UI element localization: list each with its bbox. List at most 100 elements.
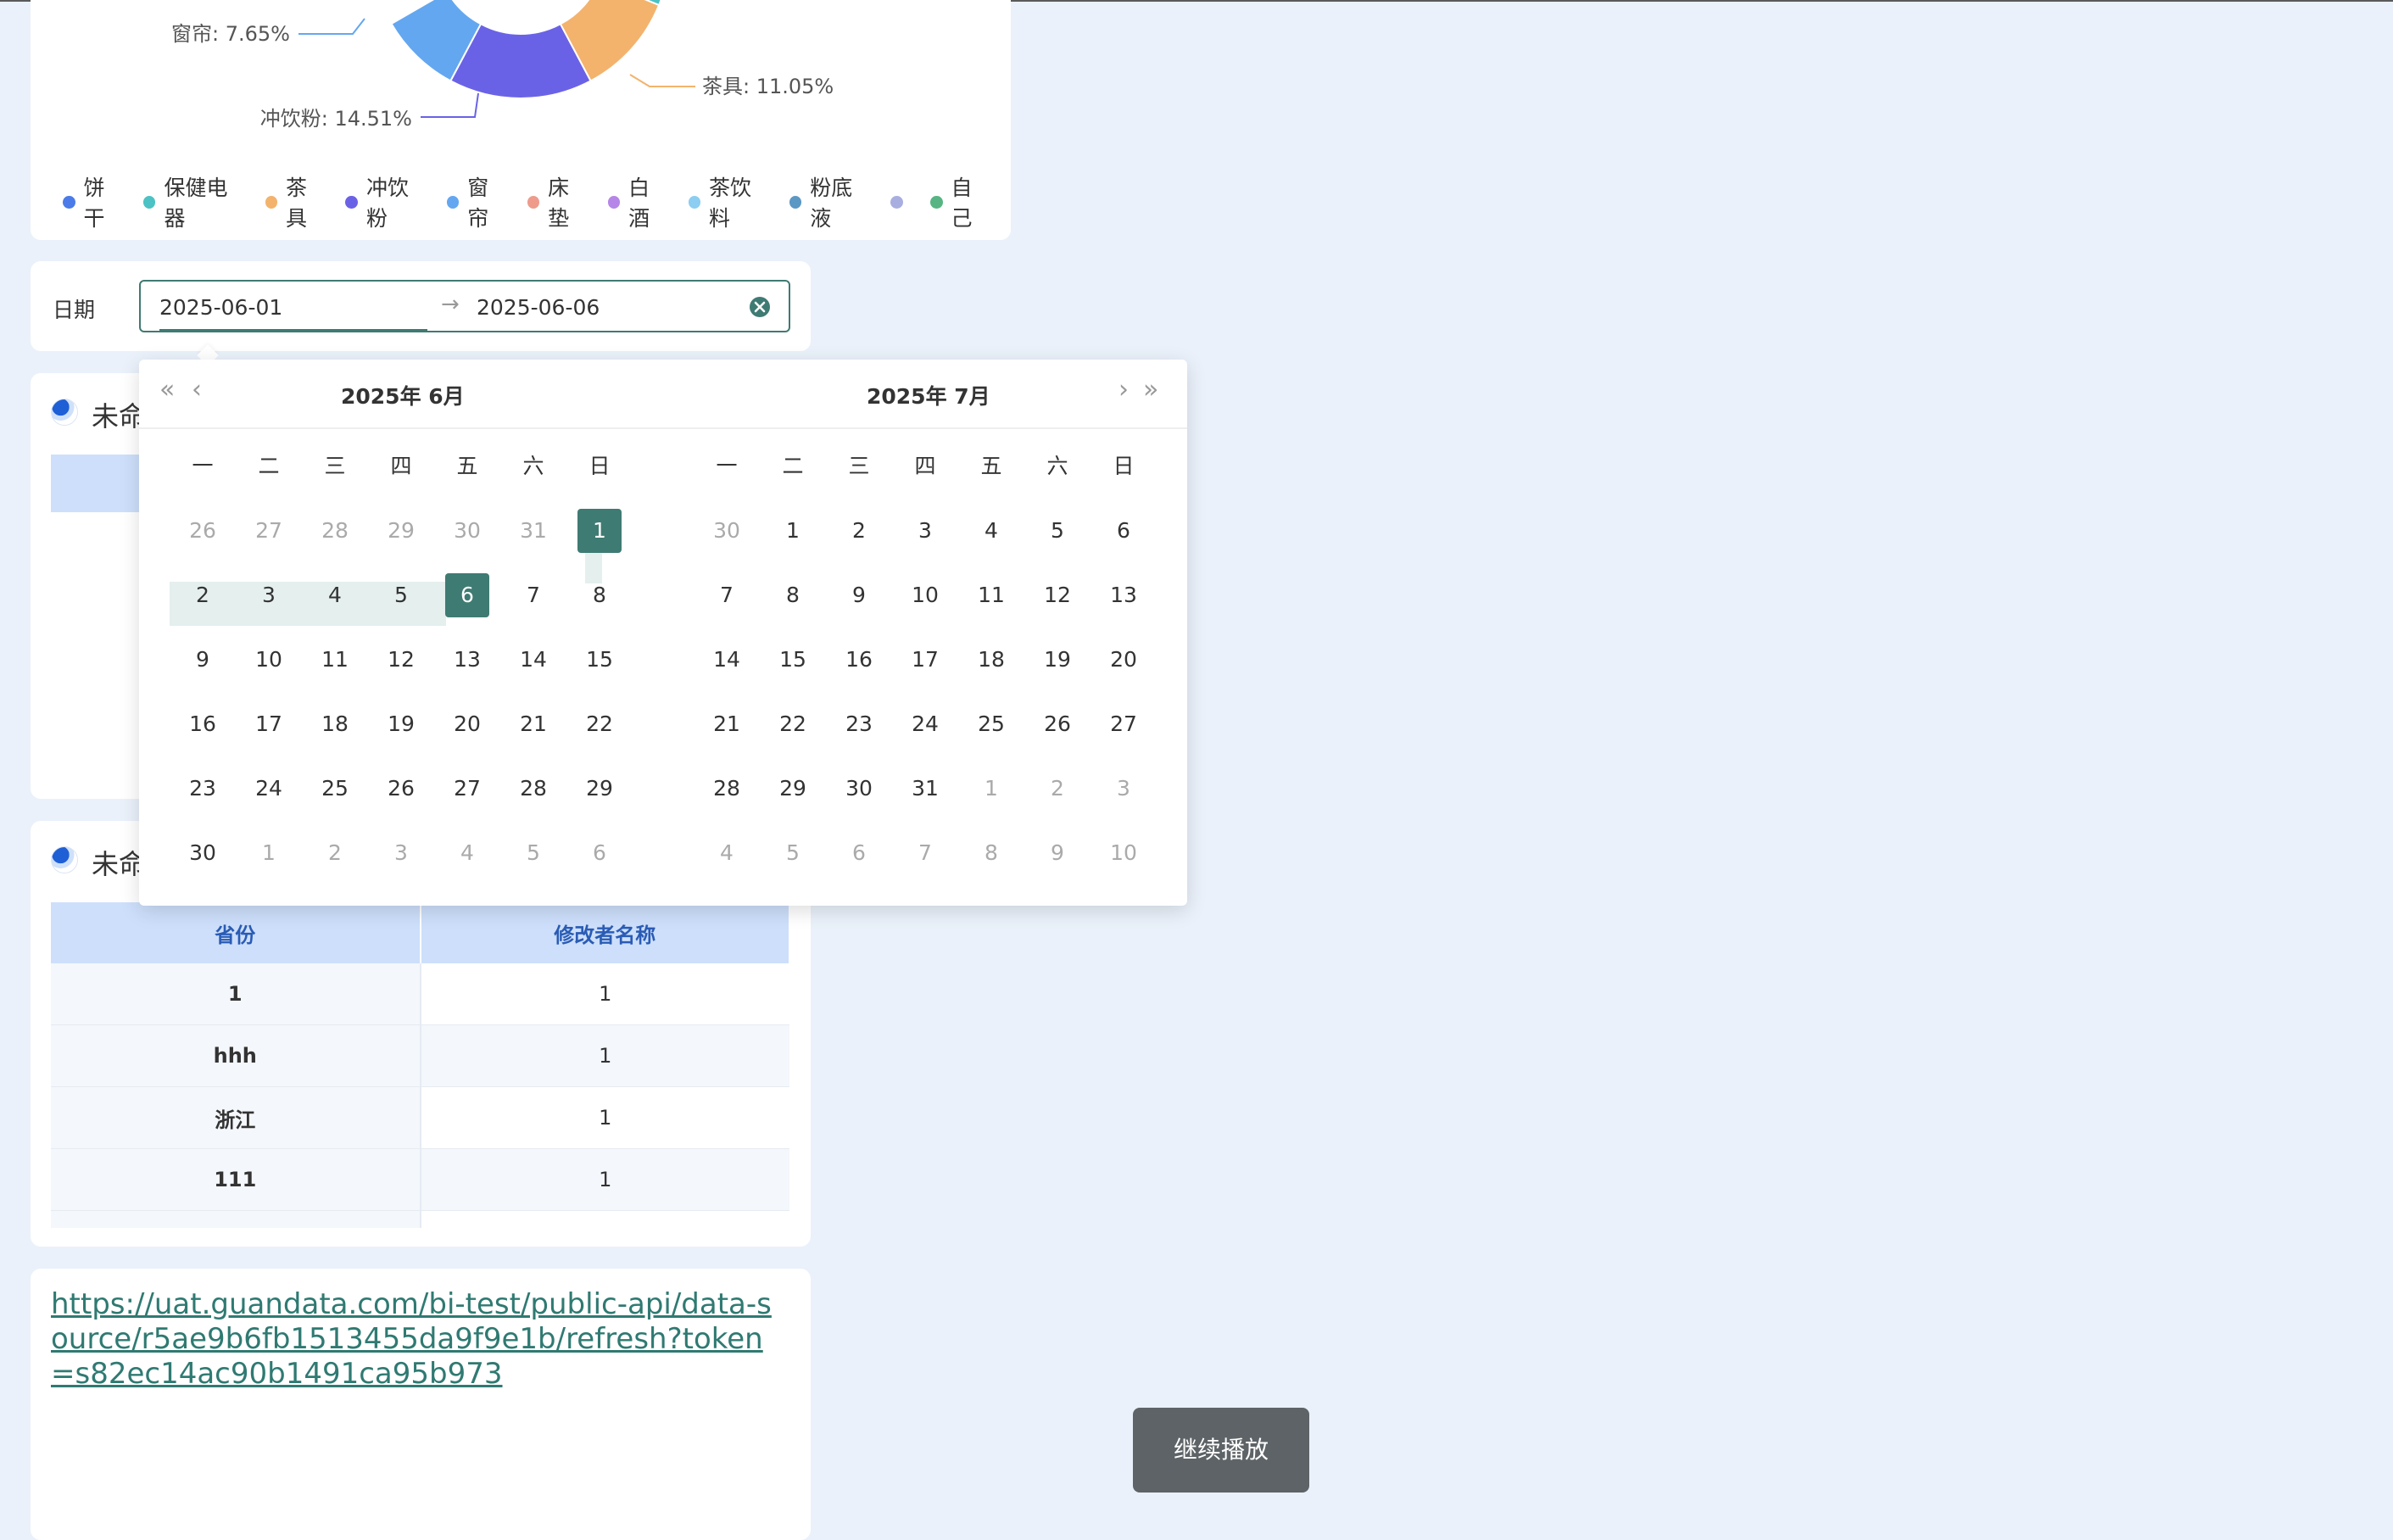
legend-item[interactable] xyxy=(890,195,912,209)
date-cell[interactable]: 26 xyxy=(1024,702,1091,746)
date-cell[interactable]: 13 xyxy=(434,638,500,682)
prev-year-icon[interactable]: « xyxy=(159,375,175,405)
date-cell[interactable]: 29 xyxy=(368,509,434,553)
date-cell[interactable]: 21 xyxy=(500,702,566,746)
date-cell[interactable]: 25 xyxy=(302,767,368,811)
date-cell[interactable]: 6 xyxy=(1091,509,1157,553)
date-cell[interactable]: 4 xyxy=(302,573,368,617)
date-cell[interactable]: 27 xyxy=(434,767,500,811)
date-cell[interactable]: 2 xyxy=(826,509,892,553)
date-cell[interactable]: 23 xyxy=(170,767,236,811)
date-cell[interactable]: 8 xyxy=(958,831,1024,875)
date-cell[interactable]: 20 xyxy=(434,702,500,746)
date-cell[interactable]: 4 xyxy=(694,831,760,875)
date-cell[interactable]: 14 xyxy=(500,638,566,682)
date-cell[interactable]: 11 xyxy=(302,638,368,682)
legend-item[interactable]: 冲饮粉 xyxy=(345,171,427,232)
date-cell[interactable]: 6 xyxy=(566,831,633,875)
table-row[interactable]: 1 1 xyxy=(51,963,789,1025)
date-cell[interactable]: 22 xyxy=(566,702,633,746)
date-cell[interactable]: 7 xyxy=(500,573,566,617)
legend-item[interactable]: 床垫 xyxy=(527,171,589,232)
date-cell[interactable]: 7 xyxy=(892,831,958,875)
date-cell[interactable]: 30 xyxy=(434,509,500,553)
date-cell[interactable]: 21 xyxy=(694,702,760,746)
date-cell[interactable]: 22 xyxy=(760,702,826,746)
date-cell[interactable]: 28 xyxy=(500,767,566,811)
date-cell[interactable]: 8 xyxy=(760,573,826,617)
date-cell[interactable]: 5 xyxy=(760,831,826,875)
legend-item[interactable]: 茶饮料 xyxy=(688,171,771,232)
date-cell[interactable]: 16 xyxy=(170,702,236,746)
table-row[interactable]: 浙江 1 xyxy=(51,1086,789,1149)
date-cell[interactable]: 23 xyxy=(826,702,892,746)
date-cell[interactable]: 26 xyxy=(170,509,236,553)
date-cell[interactable]: 25 xyxy=(958,702,1024,746)
date-cell[interactable]: 3 xyxy=(892,509,958,553)
legend-item[interactable]: 自己 xyxy=(930,171,992,232)
date-cell[interactable]: 16 xyxy=(826,638,892,682)
date-cell[interactable]: 4 xyxy=(434,831,500,875)
column-header-modifier[interactable]: 修改者名称 xyxy=(420,902,790,963)
legend-item[interactable]: 保健电器 xyxy=(142,171,247,232)
date-cell[interactable]: 3 xyxy=(1091,767,1157,811)
date-cell[interactable]: 30 xyxy=(694,509,760,553)
next-year-icon[interactable]: » xyxy=(1143,375,1158,405)
date-cell[interactable]: 31 xyxy=(892,767,958,811)
date-cell[interactable]: 12 xyxy=(368,638,434,682)
prev-month-icon[interactable]: ‹ xyxy=(192,375,202,405)
date-cell[interactable]: 12 xyxy=(1024,573,1091,617)
legend-item[interactable]: 粉底液 xyxy=(789,171,872,232)
date-cell[interactable]: 27 xyxy=(236,509,302,553)
date-cell[interactable]: 15 xyxy=(760,638,826,682)
date-cell[interactable]: 5 xyxy=(1024,509,1091,553)
end-date-input[interactable] xyxy=(477,293,731,321)
data-table[interactable]: 省份 修改者名称 1 1 hhh 1 浙江 1 111 1 xyxy=(51,902,790,1228)
date-cell[interactable]: 1 xyxy=(958,767,1024,811)
date-cell[interactable]: 10 xyxy=(1091,831,1157,875)
date-cell[interactable]: 3 xyxy=(368,831,434,875)
clear-icon[interactable] xyxy=(748,295,772,319)
legend-item[interactable]: 窗帘 xyxy=(446,171,509,232)
date-cell[interactable]: 8 xyxy=(566,573,633,617)
date-cell[interactable]: 27 xyxy=(1091,702,1157,746)
legend-item[interactable]: 茶具 xyxy=(265,171,327,232)
legend-item[interactable]: 白酒 xyxy=(607,171,670,232)
date-range-picker[interactable]: → xyxy=(139,280,790,332)
date-cell[interactable]: 2 xyxy=(1024,767,1091,811)
date-cell[interactable]: 5 xyxy=(368,573,434,617)
date-cell[interactable]: 10 xyxy=(892,573,958,617)
selected-date-cell[interactable]: 1 xyxy=(577,509,622,553)
date-cell[interactable]: 28 xyxy=(302,509,368,553)
date-cell[interactable]: 2 xyxy=(302,831,368,875)
date-cell[interactable]: 31 xyxy=(500,509,566,553)
date-cell[interactable]: 11 xyxy=(958,573,1024,617)
start-date-input[interactable] xyxy=(159,293,414,321)
date-cell[interactable]: 19 xyxy=(1024,638,1091,682)
date-cell[interactable]: 17 xyxy=(892,638,958,682)
refresh-api-link[interactable]: https://uat.guandata.com/bi-test/public-… xyxy=(51,1287,780,1392)
date-cell[interactable]: 2 xyxy=(170,573,236,617)
right-month-title[interactable]: 2025年 7月 xyxy=(867,380,990,410)
date-cell[interactable]: 9 xyxy=(826,573,892,617)
date-cell[interactable]: 28 xyxy=(694,767,760,811)
next-month-icon[interactable]: › xyxy=(1118,375,1129,405)
date-cell[interactable]: 30 xyxy=(826,767,892,811)
date-cell[interactable]: 9 xyxy=(170,638,236,682)
date-cell[interactable]: 20 xyxy=(1091,638,1157,682)
date-cell[interactable]: 24 xyxy=(892,702,958,746)
date-cell[interactable]: 18 xyxy=(302,702,368,746)
legend-item[interactable]: 饼干 xyxy=(63,171,125,232)
date-cell[interactable]: 18 xyxy=(958,638,1024,682)
table-row[interactable]: 陕西 1 xyxy=(51,1210,789,1228)
date-cell[interactable]: 29 xyxy=(760,767,826,811)
date-cell[interactable]: 29 xyxy=(566,767,633,811)
date-cell[interactable]: 7 xyxy=(694,573,760,617)
date-cell[interactable]: 10 xyxy=(236,638,302,682)
date-cell[interactable]: 1 xyxy=(236,831,302,875)
table-row[interactable]: 111 1 xyxy=(51,1148,789,1211)
table-row[interactable]: hhh 1 xyxy=(51,1024,789,1087)
date-cell[interactable]: 13 xyxy=(1091,573,1157,617)
date-cell[interactable]: 19 xyxy=(368,702,434,746)
date-cell[interactable]: 4 xyxy=(958,509,1024,553)
